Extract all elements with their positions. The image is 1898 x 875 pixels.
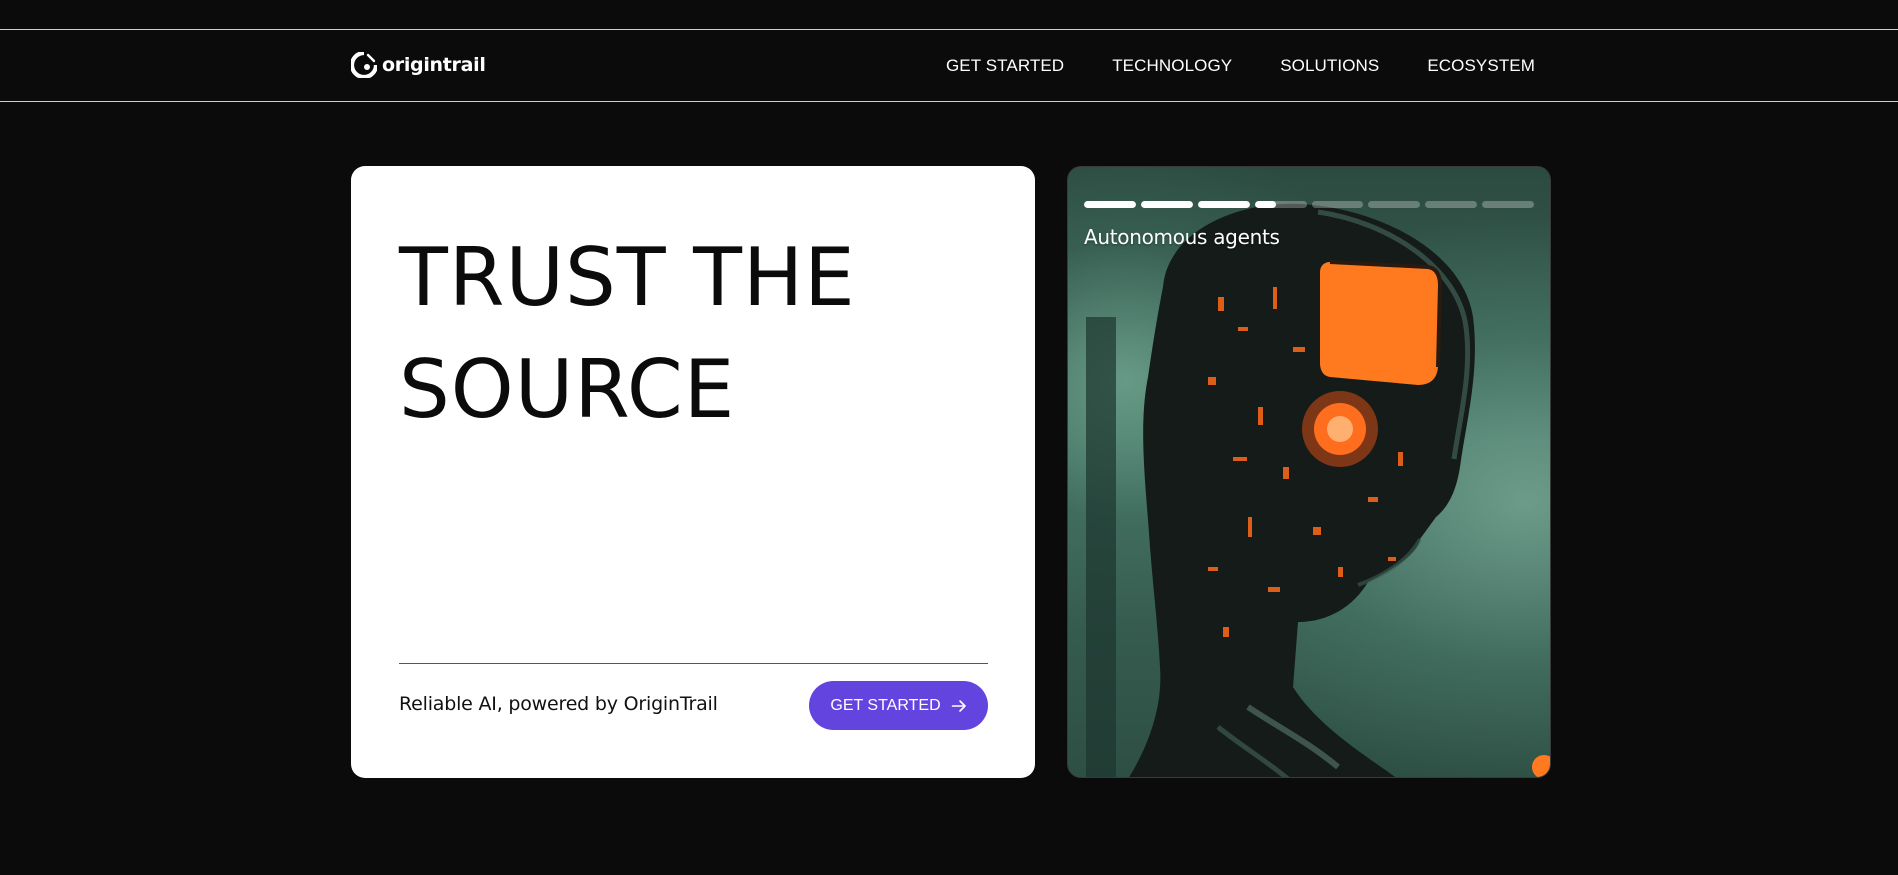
story-progress-segment[interactable]: [1425, 201, 1478, 208]
story-progress-fill: [1140, 201, 1193, 208]
story-progress-fill: [1254, 201, 1277, 208]
logo-link[interactable]: origintrail: [351, 52, 486, 78]
story-progress-fill: [1084, 201, 1136, 208]
hero-card: TRUST THE SOURCE Reliable AI, powered by…: [351, 166, 1035, 778]
story-progress-segment[interactable]: [1482, 201, 1534, 208]
get-started-button[interactable]: GET STARTED: [809, 681, 988, 730]
nav-solutions[interactable]: SOLUTIONS: [1280, 56, 1379, 76]
nav-ecosystem[interactable]: ECOSYSTEM: [1427, 56, 1535, 76]
main-nav: GET STARTED TECHNOLOGY SOLUTIONS ECOSYST…: [946, 30, 1535, 102]
story-progress: [1084, 201, 1534, 208]
story-progress-segment[interactable]: [1311, 201, 1364, 208]
story-progress-segment[interactable]: [1368, 201, 1421, 208]
logo-text: origintrail: [382, 54, 486, 76]
hero-tagline: Reliable AI, powered by OriginTrail: [399, 693, 718, 715]
origintrail-logo-icon: [351, 52, 377, 78]
hero-divider: [399, 663, 988, 664]
hero-title-line-1: TRUST THE: [399, 231, 856, 324]
story-progress-fill: [1197, 201, 1250, 208]
nav-technology[interactable]: TECHNOLOGY: [1112, 56, 1232, 76]
story-label: Autonomous agents: [1084, 225, 1280, 249]
hero-title: TRUST THE SOURCE: [399, 222, 999, 446]
story-progress-segment[interactable]: [1084, 201, 1136, 208]
nav-get-started[interactable]: GET STARTED: [946, 56, 1064, 76]
hero-title-line-2: SOURCE: [399, 343, 736, 436]
arrow-right-icon: [951, 699, 966, 712]
get-started-button-label: GET STARTED: [830, 696, 941, 714]
story-progress-segment[interactable]: [1254, 201, 1307, 208]
story-progress-segment[interactable]: [1140, 201, 1193, 208]
site-header: origintrail GET STARTED TECHNOLOGY SOLUT…: [0, 30, 1898, 102]
story-progress-segment[interactable]: [1197, 201, 1250, 208]
top-strip: [0, 0, 1898, 30]
story-card[interactable]: Autonomous agents: [1067, 166, 1551, 778]
robot-head-icon: [1086, 203, 1550, 777]
